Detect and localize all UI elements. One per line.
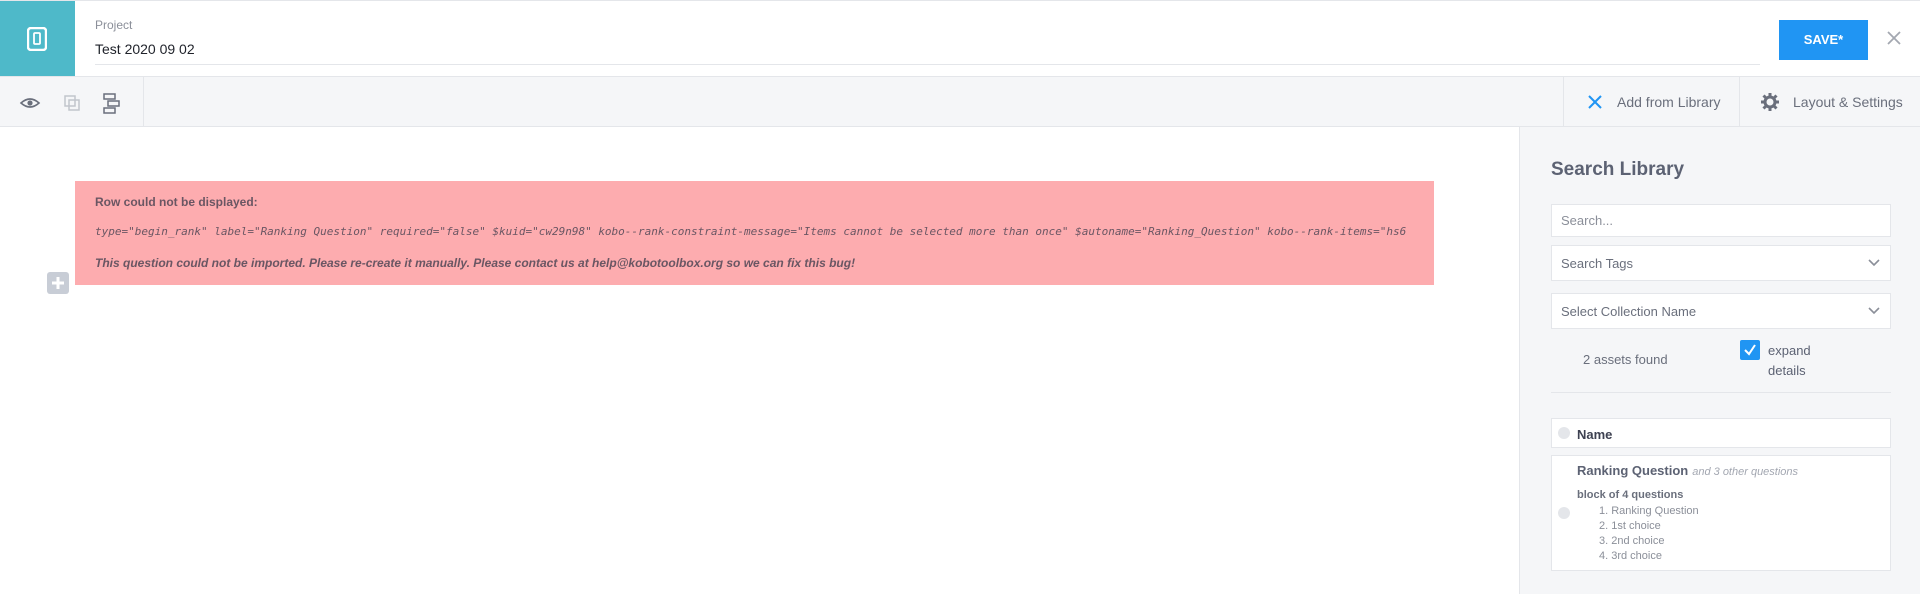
asset-title: Ranking Question [1577, 463, 1689, 478]
select-all-radio[interactable] [1558, 427, 1570, 439]
error-code: type="begin_rank" label="Ranking Questio… [95, 225, 1407, 238]
add-row-button[interactable] [47, 272, 69, 294]
layout-settings-button[interactable]: Layout & Settings [1761, 77, 1903, 126]
checkmark-icon [1744, 344, 1756, 356]
asset-question: 4. 3rd choice [1599, 550, 1662, 562]
error-row: Row could not be displayed: type="begin_… [75, 181, 1434, 285]
name-column-label: Name [1577, 427, 1613, 442]
asset-name: Ranking Question and 3 other questions [1577, 463, 1798, 478]
error-title: Row could not be displayed: [95, 195, 258, 209]
chevron-down-icon [1868, 307, 1880, 315]
gear-icon [1761, 92, 1779, 111]
collection-select[interactable]: Select Collection Name [1551, 293, 1891, 329]
collection-label: Select Collection Name [1561, 304, 1697, 319]
plus-icon [52, 277, 64, 289]
phone-icon [27, 27, 47, 51]
add-from-library-button[interactable]: Add from Library [1587, 77, 1720, 126]
form-type-badge [0, 1, 75, 77]
library-panel: Search Library Search Tags Select Collec… [1519, 127, 1920, 594]
toolbar-divider [1739, 77, 1740, 126]
name-column-header[interactable]: Name [1551, 418, 1891, 448]
search-tags-label: Search Tags [1561, 256, 1634, 271]
toolbar-divider [1563, 77, 1564, 126]
save-button[interactable]: SAVE* [1779, 20, 1868, 60]
library-search-input[interactable] [1551, 204, 1891, 237]
group-icon[interactable] [101, 92, 123, 114]
library-close-icon [1588, 94, 1602, 109]
add-from-library-label: Add from Library [1617, 93, 1721, 110]
asset-extra: and 3 other questions [1692, 466, 1799, 478]
search-tags-select[interactable]: Search Tags [1551, 245, 1891, 281]
project-label: Project [95, 18, 133, 32]
expand-details-label: expand details [1768, 343, 1811, 378]
asset-radio[interactable] [1558, 507, 1570, 519]
close-icon[interactable] [1884, 27, 1904, 49]
toolbar-divider [143, 77, 144, 126]
layout-settings-label: Layout & Settings [1793, 93, 1903, 110]
library-title: Search Library [1551, 159, 1685, 180]
form-builder-header: Project Test 2020 09 02 SAVE* [0, 0, 1920, 77]
error-message: This question could not be imported. Ple… [95, 256, 856, 270]
project-name-value[interactable]: Test 2020 09 02 [95, 38, 1760, 60]
asset-question: 2. 1st choice [1599, 520, 1661, 532]
asset-list-item[interactable]: Ranking Question and 3 other questions bl… [1551, 455, 1891, 571]
chevron-down-icon [1868, 259, 1880, 267]
toolbar: Add from Library Layout & Settings [0, 76, 1920, 127]
assets-count: 2 assets found [1583, 352, 1668, 367]
eye-icon[interactable] [19, 92, 41, 114]
asset-question-list: 1. Ranking Question 2. 1st choice 3. 2nd… [1599, 504, 1699, 564]
asset-question: 1. Ranking Question [1599, 505, 1699, 517]
asset-question: 3. 2nd choice [1599, 535, 1665, 547]
asset-block-summary: block of 4 questions [1577, 489, 1684, 501]
copy-icon[interactable] [61, 92, 83, 114]
project-name-field[interactable]: Test 2020 09 02 [95, 38, 1760, 65]
library-divider [1551, 392, 1891, 393]
expand-details-checkbox[interactable] [1740, 340, 1760, 360]
